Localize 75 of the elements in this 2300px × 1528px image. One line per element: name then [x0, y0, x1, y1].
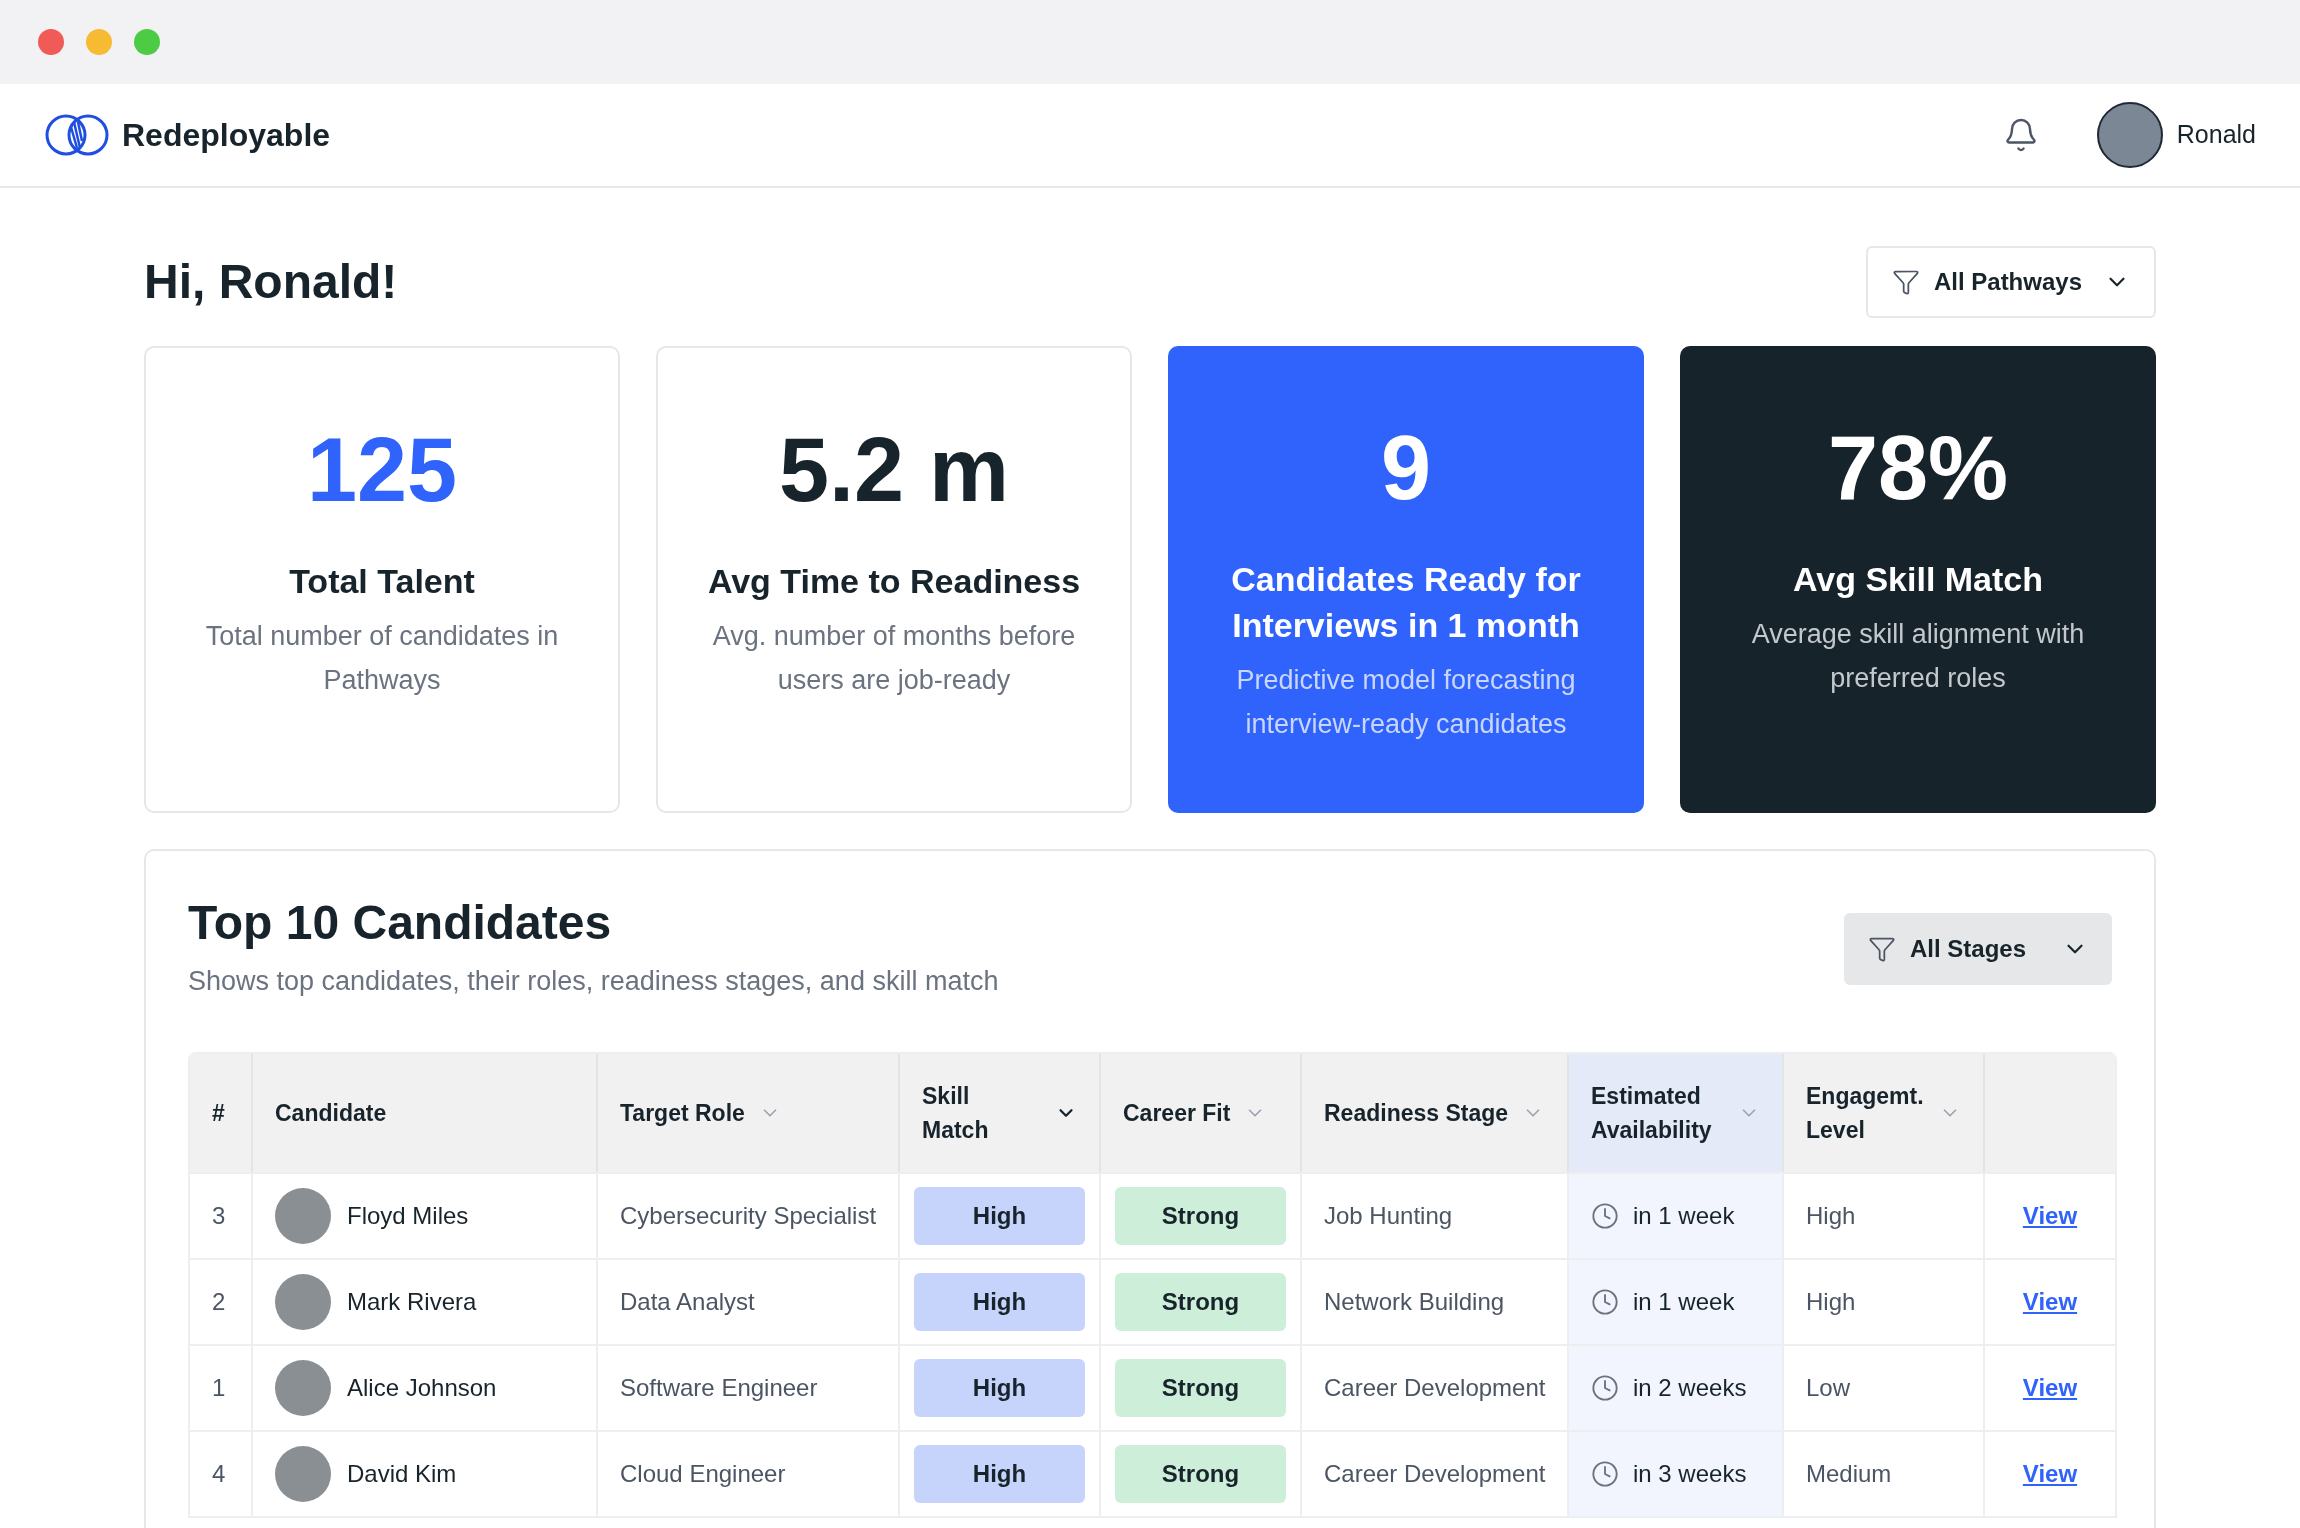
rank-cell-text: 3: [212, 1200, 226, 1231]
panel-title: Top 10 Candidates: [188, 895, 613, 951]
column-header[interactable]: Career Fit: [1101, 1053, 1302, 1172]
target-role: Cybersecurity Specialist: [620, 1200, 877, 1231]
column-label: Skill Match: [922, 1081, 990, 1145]
view-link[interactable]: View: [2022, 1455, 2078, 1492]
logo-icon: [44, 113, 110, 157]
availability: in 1 week: [1633, 1200, 1735, 1231]
career-fit-badge: Strong: [1115, 1358, 1286, 1417]
engagement-level: Medium: [1806, 1458, 1892, 1489]
filter-icon: [1867, 935, 1896, 963]
availability: in 3 weeks: [1633, 1458, 1747, 1489]
skill-match-badge: High: [914, 1272, 1085, 1331]
app-name: Redeployable: [122, 116, 331, 155]
career-fit-badge: Strong: [1115, 1444, 1286, 1503]
availability: in 2 weeks: [1633, 1372, 1747, 1403]
stat-description: Predictive model forecasting interview-ready candidates: [1235, 664, 1577, 741]
stat-value: 9: [1380, 418, 1432, 518]
stat-title: Candidates Ready for Interviews in 1 month: [1230, 559, 1582, 646]
candidate-name: Mark Rivera: [347, 1286, 477, 1317]
availability: in 1 week: [1633, 1286, 1735, 1317]
rank-cell-text: 4: [212, 1458, 226, 1489]
candidate-name: Floyd Miles: [347, 1200, 469, 1231]
readiness-stage: Career Development: [1324, 1372, 1546, 1403]
column-header[interactable]: Skill Match: [900, 1053, 1101, 1172]
engagement-level: High: [1806, 1286, 1856, 1317]
view-link[interactable]: View: [2022, 1197, 2078, 1234]
engagement-level: High: [1806, 1200, 1856, 1231]
target-role: Data Analyst: [620, 1286, 755, 1317]
career-fit-badge: Strong: [1115, 1272, 1286, 1331]
candidate-name: David Kim: [347, 1458, 457, 1489]
column-label: #: [212, 1098, 225, 1128]
stat-title: Avg Time to Readiness: [707, 561, 1081, 602]
stat-value: 125: [306, 420, 458, 520]
career-fit-badge: Strong: [1115, 1186, 1286, 1245]
column-header[interactable]: Estimated Availability: [1569, 1053, 1784, 1172]
panel-subtitle: Shows top candidates, their roles, readiness stages, and skill match: [188, 965, 999, 998]
column-header[interactable]: Engagemt. Level: [1784, 1053, 1985, 1172]
rank-cell-text: 1: [212, 1372, 226, 1403]
clock-icon: [1591, 1201, 1619, 1230]
stat-description: Average skill alignment with preferred roles: [1750, 618, 2086, 695]
clock-icon: [1591, 1373, 1619, 1402]
filter-icon: [1891, 268, 1920, 296]
skill-match-badge: High: [914, 1358, 1085, 1417]
column-label: Readiness Stage: [1324, 1098, 1509, 1128]
column-label: Target Role: [620, 1098, 745, 1128]
readiness-stage: Career Development: [1324, 1458, 1546, 1489]
stat-value: 78%: [1827, 418, 2009, 518]
clock-icon: [1591, 1287, 1619, 1316]
clock-icon: [1591, 1459, 1619, 1488]
stat-value: 5.2 m: [778, 420, 1010, 520]
column-header[interactable]: Target Role: [598, 1053, 900, 1172]
skill-match-badge: High: [914, 1186, 1085, 1245]
stat-description: Avg. number of months before users are job-ready: [711, 620, 1077, 697]
user-name: Ronald: [2176, 119, 2256, 151]
column-label: Estimated Availability: [1591, 1081, 1713, 1145]
column-label: Engagemt. Level: [1806, 1081, 1925, 1145]
candidate-name: Alice Johnson: [347, 1372, 497, 1403]
target-role: Software Engineer: [620, 1372, 818, 1403]
column-label: Candidate: [275, 1098, 387, 1128]
pathway-filter-dropdown[interactable]: All Pathways: [1865, 246, 2156, 318]
engagement-level: Low: [1806, 1372, 1851, 1403]
target-role: Cloud Engineer: [620, 1458, 786, 1489]
readiness-stage: Job Hunting: [1324, 1200, 1453, 1231]
stage-filter-dropdown[interactable]: All Stages: [1843, 913, 2112, 985]
column-label: Career Fit: [1123, 1098, 1231, 1128]
readiness-stage: Network Building: [1324, 1286, 1505, 1317]
stat-title: Total Talent: [289, 561, 475, 602]
stat-description: Total number of candidates in Pathways: [204, 620, 560, 697]
skill-match-badge: High: [914, 1444, 1085, 1503]
rank-cell-text: 2: [212, 1286, 226, 1317]
stat-title: Avg Skill Match: [1793, 559, 2043, 600]
view-link[interactable]: View: [2022, 1369, 2078, 1406]
greeting-heading: Hi, Ronald!: [144, 254, 398, 310]
view-link[interactable]: View: [2022, 1283, 2078, 1320]
